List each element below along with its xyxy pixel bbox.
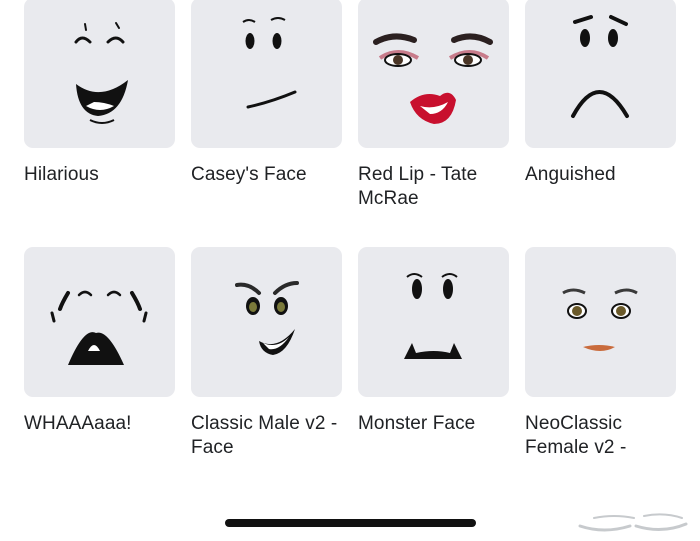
- haraj-logo-icon: [578, 513, 688, 532]
- hilarious-face-icon: [74, 22, 128, 124]
- home-indicator[interactable]: [225, 519, 476, 527]
- item-thumbnail[interactable]: [24, 0, 175, 148]
- item-name[interactable]: Anguished: [525, 163, 676, 187]
- neoclassic-female-face-icon: [562, 288, 638, 351]
- item-thumbnail[interactable]: [191, 247, 342, 397]
- item-thumbnail[interactable]: [24, 247, 175, 397]
- item-thumbnail[interactable]: [358, 247, 509, 397]
- item-thumbnail[interactable]: [525, 247, 676, 397]
- item-thumbnail[interactable]: [358, 0, 509, 148]
- item-name[interactable]: Monster Face: [358, 412, 509, 436]
- catalog-item-red-lip[interactable]: Red Lip - Tate McRae: [358, 0, 509, 211]
- item-name[interactable]: WHAAAaaa!: [24, 412, 175, 436]
- item-name[interactable]: Red Lip - Tate McRae: [358, 163, 509, 211]
- catalog-grid: Hilarious Casey's Face Red Lip - Tate Mc…: [0, 0, 700, 541]
- catalog-item-neoclassic-female[interactable]: NeoClassic Female v2 -: [525, 247, 676, 460]
- classic-male-face-icon: [235, 281, 299, 355]
- catalog-item-hilarious[interactable]: Hilarious: [24, 0, 175, 187]
- catalog-item-casey[interactable]: Casey's Face: [191, 0, 342, 187]
- catalog-item-whaaaaaa[interactable]: WHAAAaaa!: [24, 247, 175, 436]
- item-name[interactable]: NeoClassic Female v2 -: [525, 412, 676, 460]
- casey-face-icon: [242, 17, 297, 109]
- item-name[interactable]: Hilarious: [24, 163, 175, 187]
- red-lip-face-icon: [373, 33, 493, 124]
- item-thumbnail[interactable]: [191, 0, 342, 148]
- monster-face-icon: [404, 273, 462, 359]
- catalog-item-anguished[interactable]: Anguished: [525, 0, 676, 187]
- catalog-item-classic-male[interactable]: Classic Male v2 - Face: [191, 247, 342, 460]
- item-name[interactable]: Classic Male v2 - Face: [191, 412, 342, 460]
- catalog-item-monster[interactable]: Monster Face: [358, 247, 509, 436]
- item-thumbnail[interactable]: [525, 0, 676, 148]
- item-name[interactable]: Casey's Face: [191, 163, 342, 187]
- whaaaaaa-face-icon: [50, 290, 148, 365]
- anguished-face-icon: [571, 15, 629, 118]
